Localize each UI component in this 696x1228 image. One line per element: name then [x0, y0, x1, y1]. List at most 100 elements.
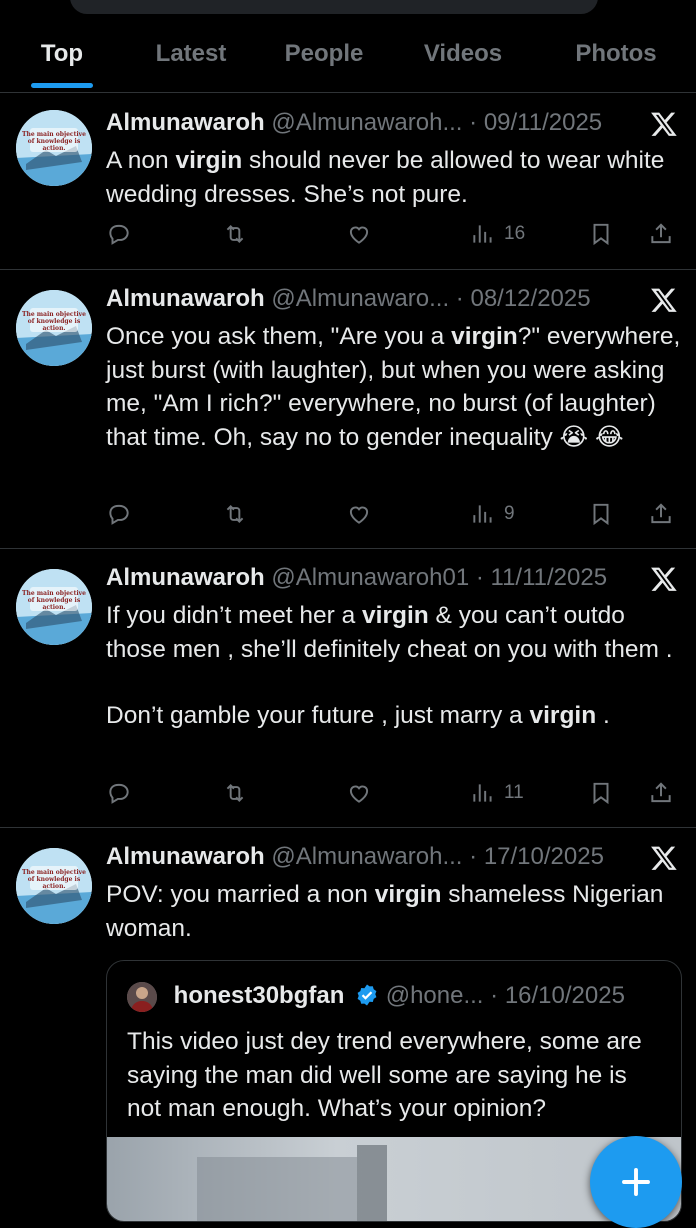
x-logo-icon [651, 112, 677, 136]
separator: · [455, 285, 464, 312]
avatar[interactable]: The main objective of knowledge is actio… [16, 290, 92, 366]
like-button[interactable] [346, 218, 372, 250]
compose-plus-icon [622, 1168, 650, 1196]
like-button[interactable] [346, 498, 372, 530]
compose-button[interactable] [590, 1136, 682, 1228]
reply-icon [109, 224, 129, 245]
post[interactable]: The main objective of knowledge is actio… [0, 828, 696, 1222]
svg-text:action.: action. [42, 883, 65, 890]
verified-badge-icon [357, 984, 377, 1006]
avatar-image: The main objective of knowledge is actio… [16, 569, 92, 645]
post[interactable]: The main objective of knowledge is actio… [0, 94, 696, 270]
author-handle[interactable]: @Almunawaro... [271, 285, 449, 312]
repost-button[interactable] [222, 498, 248, 530]
avatar-image: The main objective of knowledge is actio… [16, 290, 92, 366]
separator: · [469, 843, 478, 870]
views-count: 11 [504, 782, 524, 803]
like-icon [349, 226, 369, 244]
svg-text:The main objective: The main objective [22, 131, 86, 138]
svg-text:The main objective: The main objective [22, 311, 86, 318]
avatar[interactable]: The main objective of knowledge is actio… [16, 110, 92, 186]
tab-label: People [284, 40, 364, 67]
share-icon [651, 782, 671, 803]
search-input[interactable] [70, 0, 598, 14]
svg-text:of knowledge is: of knowledge is [28, 597, 81, 604]
quoted-avatar[interactable] [127, 981, 157, 1012]
post-header: Almunawaroh @Almunawaroh... · 17/10/2025 [106, 842, 646, 872]
like-icon [349, 506, 369, 524]
svg-text:action.: action. [42, 145, 65, 152]
views-button[interactable]: 16 [470, 218, 525, 250]
share-button[interactable] [648, 777, 674, 809]
post-text: Once you ask them, "Are you a virgin?" e… [106, 323, 681, 451]
bookmark-button[interactable] [588, 777, 614, 809]
post-date[interactable]: 09/11/2025 [484, 109, 602, 136]
like-button[interactable] [346, 777, 372, 809]
bookmark-button[interactable] [588, 218, 614, 250]
views-button[interactable]: 9 [470, 498, 515, 530]
post-date[interactable]: 08/12/2025 [470, 285, 590, 312]
repost-icon [226, 784, 244, 802]
quoted-post-date[interactable]: 16/10/2025 [505, 982, 625, 1009]
avatar[interactable]: The main objective of knowledge is actio… [16, 848, 92, 924]
share-icon [651, 223, 671, 244]
post-header: Almunawaroh @Almunawaro... · 08/12/2025 [106, 284, 646, 314]
tab-latest[interactable]: Latest [124, 22, 258, 86]
tab-label: Top [40, 40, 84, 67]
separator: · [490, 982, 499, 1009]
svg-text:of knowledge is: of knowledge is [28, 318, 81, 325]
tab-videos[interactable]: Videos [390, 22, 536, 86]
post[interactable]: The main objective of knowledge is actio… [0, 270, 696, 549]
svg-text:The main objective: The main objective [22, 590, 86, 597]
author-name[interactable]: Almunawaroh [106, 843, 265, 870]
author-handle[interactable]: @Almunawaroh... [271, 843, 462, 870]
post-actions: 16 [106, 218, 680, 250]
highlighted-keyword: virgin [175, 147, 243, 174]
like-icon [349, 785, 369, 803]
avatar[interactable]: The main objective of knowledge is actio… [16, 569, 92, 645]
share-button[interactable] [648, 498, 674, 530]
views-icon [473, 225, 492, 243]
tab-photos[interactable]: Photos [536, 22, 696, 86]
tab-people[interactable]: People [258, 22, 390, 86]
tab-top[interactable]: Top [0, 22, 124, 88]
svg-text:action.: action. [42, 325, 65, 332]
post-actions: 9 [106, 498, 680, 530]
bookmark-icon [593, 503, 609, 526]
reply-icon [109, 504, 129, 525]
author-handle[interactable]: @Almunawaroh01 [271, 564, 469, 591]
author-handle[interactable]: @Almunawaroh... [271, 109, 462, 136]
reply-button[interactable] [106, 498, 132, 530]
author-name[interactable]: Almunawaroh [106, 564, 265, 591]
post[interactable]: The main objective of knowledge is actio… [0, 549, 696, 828]
highlighted-keyword: virgin [529, 702, 597, 729]
post-text: POV: you married a non virgin shameless … [106, 881, 664, 942]
reply-button[interactable] [106, 218, 132, 250]
highlighted-keyword: virgin [374, 881, 442, 908]
share-icon [651, 503, 671, 524]
reply-button[interactable] [106, 777, 132, 809]
post-actions: 11 [106, 777, 680, 809]
views-icon [473, 784, 492, 802]
bookmark-icon [593, 223, 609, 246]
separator: · [475, 564, 484, 591]
author-name[interactable]: Almunawaroh [106, 109, 265, 136]
post-text: A non virgin should never be allowed to … [106, 147, 665, 208]
highlighted-keyword: virgin [362, 602, 429, 629]
repost-button[interactable] [222, 777, 248, 809]
bookmark-button[interactable] [588, 498, 614, 530]
quoted-avatar-image [127, 981, 157, 1012]
author-name[interactable]: Almunawaroh [106, 285, 265, 312]
quoted-author-name[interactable]: honest30bgfan [174, 982, 345, 1009]
post-date[interactable]: 17/10/2025 [484, 843, 604, 870]
x-logo-icon [651, 846, 677, 870]
reply-icon [109, 783, 129, 804]
views-button[interactable]: 11 [470, 777, 524, 809]
repost-button[interactable] [222, 218, 248, 250]
share-button[interactable] [648, 218, 674, 250]
post-date[interactable]: 11/11/2025 [491, 564, 608, 591]
svg-text:action.: action. [42, 604, 65, 611]
bookmark-icon [593, 782, 609, 805]
post-header: Almunawaroh @Almunawaroh... · 09/11/2025 [106, 108, 646, 138]
quoted-author-handle[interactable]: @hone... [386, 982, 484, 1009]
